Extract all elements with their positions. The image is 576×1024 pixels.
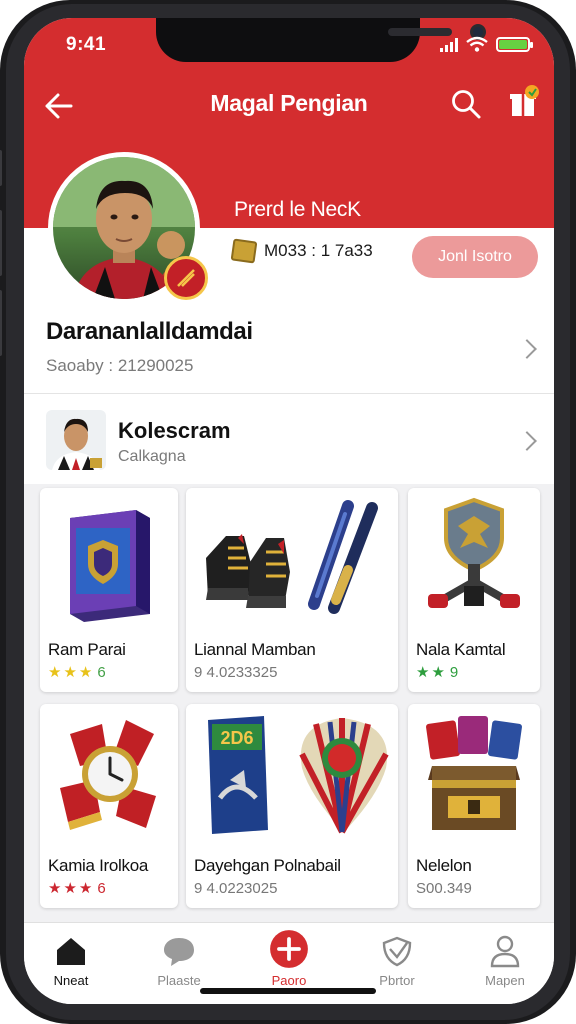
item-rating: ★ ★ ★ 6 — [48, 664, 106, 681]
status-time: 9:41 — [66, 34, 107, 55]
tab-label: Mapen — [485, 973, 525, 988]
tab-home[interactable]: Nneat — [26, 933, 116, 988]
star-icon: ★ — [63, 880, 77, 897]
collection-subtitle: Calkagna — [118, 448, 186, 465]
plus-icon — [270, 930, 308, 968]
item-card[interactable]: Nala Kamtal ★ ★ 9 — [408, 488, 540, 692]
item-price: 9 4.0223025 — [194, 880, 277, 897]
app-screen: 9:41 Magal Pengian Prerd le NecK M033: … — [24, 18, 554, 1004]
chevron-right-icon — [517, 431, 537, 451]
item-name: Dayehgan Polnabail — [194, 856, 341, 875]
user-info-row[interactable]: Darananlalldamdai Saoaby : 21290025 — [24, 308, 554, 394]
item-meta-value: S00.349 — [416, 880, 472, 897]
collection-thumbnail — [46, 410, 106, 470]
football-boots-icon — [206, 500, 378, 614]
volume-down-button — [0, 290, 2, 356]
item-meta-value: 9 4.0233325 — [194, 664, 278, 681]
tab-label: Nneat — [53, 973, 89, 988]
card-pack-icon — [70, 510, 150, 622]
item-card[interactable]: Ram Parai ★ ★ ★ 6 — [40, 488, 178, 692]
tab-favorites[interactable]: Pbrtor — [352, 933, 442, 988]
status-icons — [440, 36, 533, 52]
tab-messages[interactable]: Plaaste — [134, 933, 224, 988]
notch — [156, 18, 486, 62]
search-icon[interactable] — [450, 88, 482, 120]
user-subtitle: Saoaby : 21290025 — [46, 356, 194, 375]
wifi-icon — [466, 36, 488, 52]
trophy-shield-icon — [428, 497, 520, 608]
item-meta-value: 9 4.0223025 — [194, 880, 278, 897]
home-icon — [57, 938, 85, 965]
phone-frame: 9:41 Magal Pengian Prerd le NecK M033: … — [0, 0, 576, 1024]
star-icon: ★ — [431, 664, 445, 681]
tab-label: Paoro — [271, 973, 307, 988]
club-badge-icon — [164, 256, 208, 300]
item-grid: Ram Parai ★ ★ ★ 6 Liannal Mamban 9 4.023… — [24, 484, 554, 924]
signal-icon — [440, 38, 458, 52]
speaker-grille — [388, 28, 452, 36]
item-card[interactable]: Kamia Irolkoa ★ ★ ★ 6 — [40, 704, 178, 908]
join-button[interactable]: Jonl Isotro — [412, 236, 538, 278]
home-indicator[interactable] — [200, 988, 376, 994]
battery-icon — [496, 37, 533, 52]
star-icon: ★ — [416, 664, 430, 681]
gift-icon[interactable] — [506, 84, 542, 120]
star-icon: ★ — [78, 664, 93, 681]
collection-title: Kolescram — [118, 418, 231, 443]
pack-and-balloon-icon: 2D6 — [208, 716, 389, 834]
heart-shield-icon — [382, 936, 412, 967]
person-icon — [490, 935, 520, 968]
coin-icon — [230, 238, 258, 264]
tab-label: Plaaste — [157, 973, 201, 988]
item-price: S00.349 — [416, 880, 472, 897]
mute-switch — [0, 150, 2, 186]
volume-up-button — [0, 210, 2, 276]
fidget-spinner-watch-icon — [60, 720, 156, 830]
item-card[interactable]: Liannal Mamban 9 4.0233325 — [186, 488, 398, 692]
star-icon: ★ — [48, 664, 62, 681]
star-icon: ★ — [78, 880, 93, 897]
item-name: Ram Parai — [48, 640, 126, 659]
coin-stat: M033 : 1 7a33 — [230, 238, 373, 264]
item-name: Nelelon — [416, 856, 472, 875]
svg-text:2D6: 2D6 — [220, 728, 253, 748]
star-icon: ★ — [63, 664, 77, 681]
item-rating: ★ ★ 9 — [416, 664, 458, 681]
treasure-chest-icon — [426, 716, 522, 830]
tab-profile[interactable]: Mapen — [460, 933, 550, 988]
item-card[interactable]: Nelelon S00.349 — [408, 704, 540, 908]
item-name: Kamia Irolkoa — [48, 856, 149, 875]
item-price: 9 4.0233325 — [194, 664, 277, 681]
item-rating: ★ ★ ★ 6 — [48, 880, 106, 897]
item-meta-value: 9 — [449, 664, 459, 681]
item-name: Liannal Mamban — [194, 640, 316, 659]
tab-label: Pbrtor — [379, 973, 415, 988]
profile-label: Prerd le NecK — [234, 198, 361, 221]
user-name: Darananlalldamdai — [46, 318, 253, 345]
chat-bubble-icon — [164, 938, 194, 966]
item-meta-value: 6 — [97, 880, 106, 897]
chevron-right-icon — [517, 339, 537, 359]
item-meta-value: 6 — [97, 664, 106, 681]
tab-create[interactable]: Paoro — [244, 930, 334, 988]
coin-stat-value: M033 : 1 7a33 — [264, 241, 373, 260]
item-name: Nala Kamtal — [416, 640, 506, 659]
star-icon: ★ — [48, 880, 62, 897]
item-card[interactable]: 2D6 Dayehgan Polnabail 9 4.0223025 — [186, 704, 398, 908]
collection-row[interactable]: Kolescram Calkagna — [24, 404, 554, 478]
